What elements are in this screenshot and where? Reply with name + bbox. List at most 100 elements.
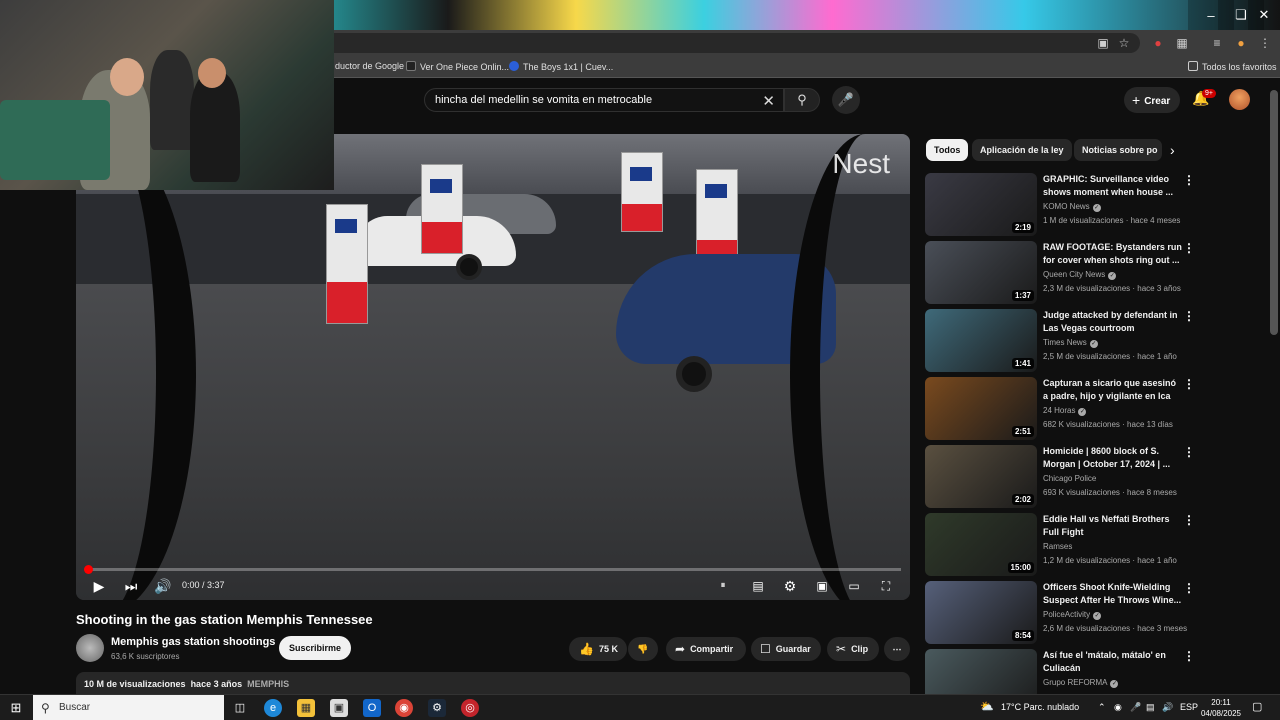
- channel-avatar[interactable]: [76, 634, 104, 662]
- recommendation-channel[interactable]: Queen City News ✓: [1043, 270, 1117, 280]
- more-options-icon[interactable]: ⋮: [1183, 649, 1195, 663]
- recommendation-channel[interactable]: PoliceActivity ✓: [1043, 610, 1102, 620]
- taskbar-search-input[interactable]: ⚲ Buscar: [33, 695, 224, 720]
- next-button[interactable]: ⏭: [121, 577, 141, 595]
- app-icon[interactable]: ◎: [461, 699, 479, 717]
- recommendation-item[interactable]: 2:51 Capturan a sicario que asesinó a pad…: [925, 377, 1270, 441]
- recommendation-channel[interactable]: Times News ✓: [1043, 338, 1098, 348]
- recommendation-item[interactable]: 8:54 Officers Shoot Knife-Wielding Suspec…: [925, 581, 1270, 645]
- more-options-icon[interactable]: ⋮: [1183, 377, 1195, 391]
- microphone-tray-icon[interactable]: 🎤: [1130, 702, 1141, 713]
- channel-name[interactable]: Memphis gas station shootings: [111, 636, 275, 648]
- recommendation-channel[interactable]: Ramses: [1043, 542, 1072, 551]
- play-button[interactable]: ▶: [89, 577, 109, 595]
- task-view-icon[interactable]: ◫: [231, 699, 249, 717]
- all-favorites-folder[interactable]: Todos los favoritos: [1188, 61, 1277, 72]
- extension-icon[interactable]: ●: [1150, 35, 1166, 51]
- outlook-icon[interactable]: O: [363, 699, 381, 717]
- recommendation-channel[interactable]: Grupo REFORMA ✓: [1043, 678, 1119, 688]
- video-thumbnail[interactable]: 2:02: [925, 445, 1037, 508]
- more-options-icon[interactable]: ⋮: [1183, 513, 1195, 527]
- tray-app-icon[interactable]: ◉: [1114, 702, 1122, 713]
- recommendation-channel[interactable]: 24 Horas ✓: [1043, 406, 1087, 416]
- recommendation-title[interactable]: RAW FOOTAGE: Bystanders run for cover wh…: [1043, 241, 1183, 267]
- video-thumbnail[interactable]: 2:51: [925, 377, 1037, 440]
- install-app-icon[interactable]: ▣: [1095, 35, 1111, 51]
- save-button[interactable]: ☐ Guardar: [751, 637, 821, 661]
- recommendation-title[interactable]: Homicide | 8600 block of S. Morgan | Oct…: [1043, 445, 1183, 471]
- notifications-icon[interactable]: ▢: [1252, 700, 1262, 713]
- bookmark-item[interactable]: The Boys 1x1 | Cuev...: [509, 61, 613, 72]
- theater-mode-icon[interactable]: ▭: [844, 577, 864, 595]
- more-options-icon[interactable]: ⋮: [1183, 241, 1195, 255]
- subscribe-button[interactable]: Suscribirme: [279, 636, 351, 660]
- steam-icon[interactable]: ⚙: [428, 699, 446, 717]
- video-thumbnail[interactable]: 1:41: [925, 309, 1037, 372]
- search-input[interactable]: hincha del medellin se vomita en metroca…: [424, 88, 784, 112]
- bookmark-star-icon[interactable]: ☆: [1116, 35, 1132, 51]
- recommendation-item[interactable]: 2:19 GRAPHIC: Surveillance video shows mo…: [925, 173, 1270, 237]
- voice-search-button[interactable]: 🎤: [832, 86, 860, 114]
- browser-menu-icon[interactable]: ⋮: [1257, 35, 1273, 51]
- recommendation-item[interactable]: 2:02 Homicide | 8600 block of S. Morgan |…: [925, 445, 1270, 509]
- video-thumbnail[interactable]: 2:19: [925, 173, 1037, 236]
- chip-law-enforcement[interactable]: Aplicación de la ley: [972, 139, 1072, 161]
- close-window-button[interactable]: ✕: [1248, 0, 1280, 30]
- bookmark-item[interactable]: ductor de Google: [335, 61, 404, 71]
- account-avatar[interactable]: [1229, 89, 1250, 110]
- recommendation-item[interactable]: 1:41 Judge attacked by defendant in Las V…: [925, 309, 1270, 373]
- video-thumbnail[interactable]: 1:37: [925, 241, 1037, 304]
- more-options-icon[interactable]: ⋮: [1183, 581, 1195, 595]
- like-button[interactable]: 👍 75 K: [569, 637, 627, 661]
- page-scrollbar[interactable]: [1270, 90, 1278, 335]
- recommendation-item[interactable]: Así fue el 'mátalo, mátalo' en Culiacán G…: [925, 649, 1270, 712]
- fullscreen-icon[interactable]: ⛶: [876, 577, 896, 595]
- tray-chevron-icon[interactable]: ⌃: [1098, 702, 1106, 713]
- recommendation-title[interactable]: GRAPHIC: Surveillance video shows moment…: [1043, 173, 1183, 199]
- more-options-icon[interactable]: ⋮: [1183, 309, 1195, 323]
- reading-list-icon[interactable]: ≡: [1209, 35, 1225, 51]
- bookmark-item[interactable]: Ver One Piece Onlin...: [406, 61, 509, 72]
- edge-icon[interactable]: e: [264, 699, 282, 717]
- volume-tray-icon[interactable]: 🔊: [1162, 702, 1173, 713]
- chrome-icon[interactable]: ◉: [395, 699, 413, 717]
- chip-all[interactable]: Todos: [926, 139, 969, 161]
- autoplay-toggle[interactable]: ⏸: [713, 577, 733, 595]
- create-button[interactable]: + Crear: [1124, 87, 1180, 113]
- profile-icon[interactable]: ●: [1233, 35, 1249, 51]
- dislike-button[interactable]: 👎: [628, 637, 658, 661]
- description-box[interactable]: 10 M de visualizaciones hace 3 años MEMP…: [76, 672, 910, 694]
- chevron-right-icon[interactable]: ›: [1170, 142, 1175, 158]
- recommendation-title[interactable]: Judge attacked by defendant in Las Vegas…: [1043, 309, 1183, 335]
- recommendation-channel[interactable]: Chicago Police: [1043, 474, 1096, 483]
- language-indicator[interactable]: ESP: [1180, 702, 1198, 712]
- weather-text[interactable]: 17°C Parc. nublado: [1001, 702, 1079, 712]
- video-player[interactable]: Nest: [76, 134, 910, 600]
- scrubber-handle[interactable]: [84, 565, 93, 574]
- recommendation-item[interactable]: 1:37 RAW FOOTAGE: Bystanders run for cove…: [925, 241, 1270, 305]
- settings-gear-icon[interactable]: ⚙: [780, 577, 800, 595]
- subtitles-icon[interactable]: ▤: [748, 577, 768, 595]
- recommendation-item[interactable]: 15:00 Eddie Hall vs Neffati Brothers Full…: [925, 513, 1270, 577]
- search-button[interactable]: ⚲: [784, 88, 820, 112]
- share-button[interactable]: ➦ Compartir: [666, 637, 746, 661]
- more-options-icon[interactable]: ⋮: [1183, 173, 1195, 187]
- video-thumbnail[interactable]: 15:00: [925, 513, 1037, 576]
- chip-news[interactable]: Noticias sobre po: [1074, 139, 1162, 161]
- clear-search-icon[interactable]: ✕: [762, 92, 775, 110]
- windows-start-icon[interactable]: ⊞: [7, 699, 25, 717]
- store-icon[interactable]: ▣: [330, 699, 348, 717]
- video-progress-bar[interactable]: [86, 568, 901, 571]
- hashtag[interactable]: MEMPHIS: [247, 679, 289, 689]
- recommendation-title[interactable]: Así fue el 'mátalo, mátalo' en Culiacán: [1043, 649, 1183, 675]
- recommendation-channel[interactable]: KOMO News ✓: [1043, 202, 1101, 212]
- more-actions-button[interactable]: ⋯: [884, 637, 910, 661]
- network-icon[interactable]: ▤: [1146, 702, 1155, 713]
- clip-button[interactable]: ✂ Clip: [827, 637, 879, 661]
- volume-icon[interactable]: 🔊: [153, 577, 173, 595]
- recommendation-title[interactable]: Officers Shoot Knife-Wielding Suspect Af…: [1043, 581, 1183, 607]
- more-options-icon[interactable]: ⋮: [1183, 445, 1195, 459]
- recommendation-title[interactable]: Eddie Hall vs Neffati Brothers Full Figh…: [1043, 513, 1183, 539]
- file-explorer-icon[interactable]: ▦: [297, 699, 315, 717]
- video-thumbnail[interactable]: 8:54: [925, 581, 1037, 644]
